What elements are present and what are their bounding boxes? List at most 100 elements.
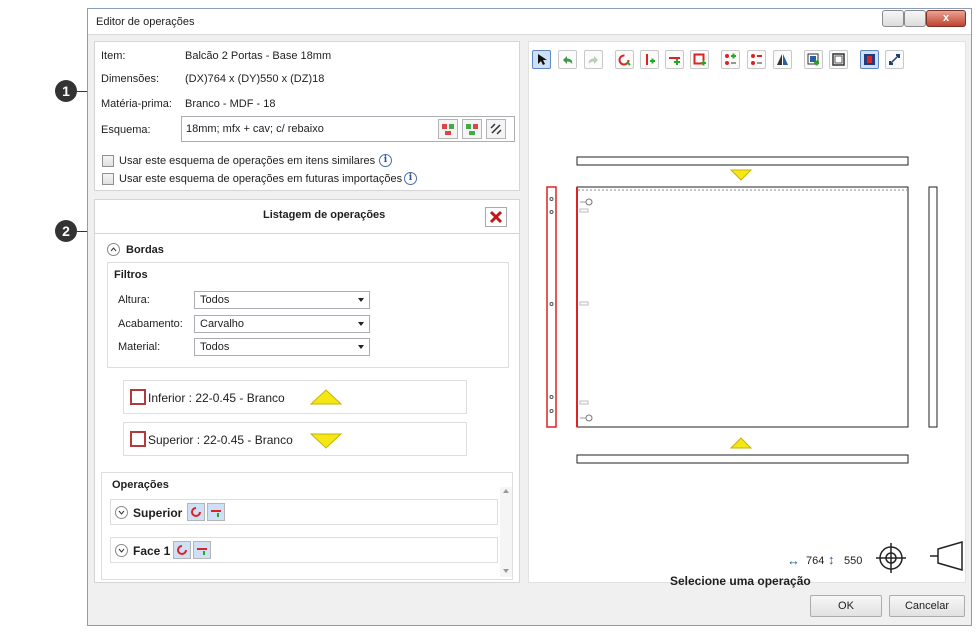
- edge-color-swatch: [130, 431, 146, 447]
- finish-select[interactable]: Carvalho: [194, 315, 370, 333]
- info-icon[interactable]: i: [404, 172, 417, 185]
- item-label: Item:: [101, 50, 126, 62]
- operations-editor-window: Editor de operações x Item: Balcão 2 Por…: [87, 8, 972, 626]
- status-message: Selecione uma operação: [670, 574, 811, 588]
- edge-strip-bottom: [576, 454, 909, 464]
- add-groove-icon[interactable]: [207, 503, 225, 521]
- close-window-button[interactable]: x: [926, 10, 966, 27]
- expand-icon[interactable]: [885, 50, 904, 69]
- material-value: Branco - MDF - 18: [185, 98, 276, 110]
- pointer-icon[interactable]: [532, 50, 551, 69]
- width-value: 764: [806, 555, 825, 567]
- height-arrow-icon: ↕: [828, 552, 835, 567]
- bordas-label: Bordas: [126, 244, 164, 256]
- edge-label: Superior : 22-0.45 - Branco: [148, 433, 293, 447]
- callout-2: 2: [55, 220, 77, 242]
- dimensions-label: Dimensões:: [101, 73, 160, 85]
- edge-item-superior[interactable]: Superior : 22-0.45 - Branco: [123, 422, 467, 456]
- operations-label: Operações: [112, 479, 169, 491]
- scheme-unlink-icon[interactable]: [486, 119, 506, 139]
- ok-button[interactable]: OK: [810, 595, 882, 617]
- future-imports-checkbox[interactable]: [102, 173, 114, 185]
- window-title: Editor de operações: [96, 16, 195, 28]
- item-value: Balcão 2 Portas - Base 18mm: [185, 50, 332, 62]
- width-arrow-icon: ↔: [787, 553, 800, 568]
- redo-icon[interactable]: [584, 50, 603, 69]
- edge-label: Inferior : 22-0.45 - Branco: [148, 391, 285, 405]
- scheme-label: Esquema:: [101, 124, 151, 136]
- panel-shape: [576, 186, 909, 428]
- operation-label: Superior: [133, 506, 183, 520]
- info-icon[interactable]: i: [379, 154, 392, 167]
- add-hole-icon[interactable]: [640, 50, 659, 69]
- scheme-value: 18mm; mfx + cav; c/ rebaixo: [186, 123, 324, 135]
- triangle-down-icon: [310, 433, 342, 449]
- clear-list-icon[interactable]: [485, 207, 507, 227]
- panel-selected-icon[interactable]: [860, 50, 879, 69]
- edge-color-swatch: [130, 389, 146, 405]
- scroll-down-icon[interactable]: [503, 569, 509, 573]
- material-filter-label: Material:: [118, 341, 161, 353]
- chevron-down-icon: [358, 322, 364, 326]
- edge-strip-top: [576, 156, 909, 166]
- add-panel-icon[interactable]: [804, 50, 823, 69]
- triangle-up-icon: [310, 389, 342, 405]
- add-cut-icon[interactable]: [690, 50, 709, 69]
- filters-label: Filtros: [114, 269, 148, 281]
- rotate-icon[interactable]: [187, 503, 205, 521]
- target-icon[interactable]: [874, 541, 908, 575]
- operation-label: Face 1: [133, 544, 171, 558]
- finish-select-value: Carvalho: [200, 318, 245, 330]
- material-label: Matéria-prima:: [101, 98, 172, 110]
- height-select[interactable]: Todos: [194, 291, 370, 309]
- material-select-value: Todos: [200, 341, 230, 353]
- mirror-icon[interactable]: [773, 50, 792, 69]
- listing-title: Listagem de operações: [263, 209, 386, 221]
- cancel-button[interactable]: Cancelar: [889, 595, 965, 617]
- operations-group: Operações Superior Face 1: [101, 472, 513, 580]
- expand-icon[interactable]: [115, 544, 128, 557]
- operation-face-1[interactable]: Face 1: [110, 537, 498, 563]
- scrollbar[interactable]: [500, 487, 512, 577]
- rotate-icon[interactable]: [173, 541, 191, 559]
- edge-item-inferior[interactable]: Inferior : 22-0.45 - Branco: [123, 380, 467, 414]
- expand-icon[interactable]: [115, 506, 128, 519]
- rotate-icon[interactable]: [615, 50, 634, 69]
- divider: [95, 233, 519, 234]
- finish-label: Acabamento:: [118, 318, 183, 330]
- maximize-button[interactable]: [904, 10, 926, 27]
- scheme-field[interactable]: 18mm; mfx + cav; c/ rebaixo: [181, 116, 515, 142]
- scheme-import-icon[interactable]: [438, 119, 458, 139]
- undo-icon[interactable]: [558, 50, 577, 69]
- scroll-up-icon[interactable]: [503, 489, 509, 493]
- similar-items-checkbox[interactable]: [102, 155, 114, 167]
- future-imports-label: Usar este esquema de operações em futura…: [119, 173, 403, 185]
- panel-frame-icon[interactable]: [829, 50, 848, 69]
- edge-strip-left: [546, 186, 557, 428]
- height-label: Altura:: [118, 294, 150, 306]
- height-select-value: Todos: [200, 294, 230, 306]
- edge-strip-right: [928, 186, 938, 428]
- item-info-panel: Item: Balcão 2 Portas - Base 18mm Dimens…: [94, 41, 520, 191]
- operation-superior[interactable]: Superior: [110, 499, 498, 525]
- scheme-export-icon[interactable]: [462, 119, 482, 139]
- height-value: 550: [844, 555, 863, 567]
- collapse-bordas-icon[interactable]: [107, 243, 120, 256]
- add-groove-icon[interactable]: [193, 541, 211, 559]
- dimensions-value: (DX)764 x (DY)550 x (DZ)18: [185, 73, 325, 85]
- operations-listing-panel: Listagem de operações Bordas Filtros Alt…: [94, 199, 520, 583]
- minimize-button[interactable]: [882, 10, 904, 27]
- callout-1: 1: [55, 80, 77, 102]
- add-drill-pattern-icon[interactable]: [721, 50, 740, 69]
- triangle-down-icon: [729, 169, 753, 181]
- filters-group: Filtros Altura: Todos Acabamento: Carval…: [107, 262, 509, 368]
- similar-items-label: Usar este esquema de operações em itens …: [119, 155, 376, 167]
- add-groove-icon[interactable]: [665, 50, 684, 69]
- chevron-down-icon: [358, 298, 364, 302]
- remove-drill-pattern-icon[interactable]: [747, 50, 766, 69]
- triangle-up-icon: [729, 437, 753, 449]
- panel-drawing[interactable]: [528, 149, 948, 469]
- chevron-down-icon: [358, 345, 364, 349]
- material-select[interactable]: Todos: [194, 338, 370, 356]
- perspective-view-icon[interactable]: [926, 539, 966, 573]
